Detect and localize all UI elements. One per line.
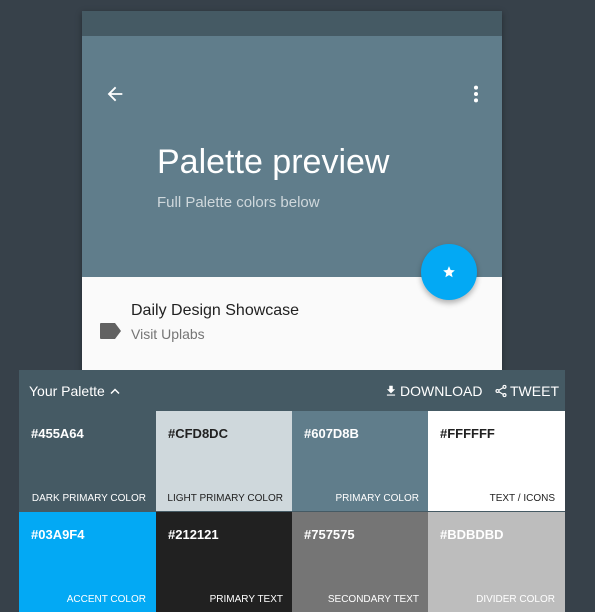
swatch-name: PRIMARY COLOR [335, 493, 419, 504]
swatch[interactable]: #03A9F4 ACCENT COLOR [19, 512, 156, 612]
swatch-hex: #455A64 [31, 426, 84, 441]
swatch-name: SECONDARY TEXT [327, 594, 419, 605]
swatch[interactable]: #757575 SECONDARY TEXT [292, 512, 429, 612]
palette-panel: Your Palette DOWNLOAD TWEET #455A64 DARK… [19, 370, 565, 612]
swatch-hex: #607D8B [304, 426, 359, 441]
swatch-hex: #BDBDBD [440, 527, 504, 542]
swatch-hex: #CFD8DC [168, 426, 228, 441]
swatch[interactable]: #212121 PRIMARY TEXT [156, 512, 293, 612]
palette-toolbar: Your Palette DOWNLOAD TWEET [19, 370, 565, 411]
palette-title: Your Palette [29, 383, 105, 399]
swatch[interactable]: #455A64 DARK PRIMARY COLOR [19, 411, 156, 511]
list-item-subtitle: Visit Uplabs [131, 326, 205, 342]
app-header: Palette preview Full Palette colors belo… [82, 36, 502, 277]
download-button[interactable]: DOWNLOAD [384, 383, 482, 399]
list-item-title: Daily Design Showcase [131, 302, 300, 319]
swatch-hex: #03A9F4 [31, 527, 85, 542]
swatch-hex: #FFFFFF [440, 426, 495, 441]
swatch[interactable]: #CFD8DC LIGHT PRIMARY COLOR [156, 411, 293, 511]
swatch[interactable]: #FFFFFF TEXT / ICONS [428, 411, 565, 511]
swatch-name: LIGHT PRIMARY COLOR [167, 493, 283, 504]
swatch-name: DARK PRIMARY COLOR [31, 493, 146, 504]
palette-toggle[interactable]: Your Palette [29, 383, 120, 399]
swatch-name: DIVIDER COLOR [476, 594, 555, 605]
page-subtitle: Full Palette colors below [157, 194, 320, 211]
swatch[interactable]: #607D8B PRIMARY COLOR [292, 411, 429, 511]
swatch-name: TEXT / ICONS [489, 493, 555, 504]
chevron-up-icon [110, 388, 120, 395]
swatch-grid: #455A64 DARK PRIMARY COLOR #CFD8DC LIGHT… [19, 411, 565, 612]
download-icon [386, 385, 396, 396]
swatch[interactable]: #BDBDBD DIVIDER COLOR [428, 512, 565, 612]
page-title: Palette preview [157, 143, 390, 181]
list-item[interactable]: Daily Design Showcase Visit Uplabs [82, 277, 502, 377]
swatch-hex: #212121 [168, 527, 219, 542]
download-label: DOWNLOAD [400, 383, 483, 399]
share-icon [495, 384, 507, 398]
swatch-name: ACCENT COLOR [66, 594, 146, 605]
tweet-button[interactable]: TWEET [494, 383, 559, 399]
more-vert-icon[interactable] [470, 83, 482, 105]
arrow-back-icon[interactable] [104, 83, 126, 105]
swatch-name: PRIMARY TEXT [209, 594, 283, 605]
swatch-hex: #757575 [304, 527, 355, 542]
label-icon [100, 323, 121, 339]
status-bar [82, 11, 502, 36]
palette-preview-screen: Palette preview Full Palette colors belo… [82, 11, 502, 391]
tweet-label: TWEET [510, 383, 559, 399]
